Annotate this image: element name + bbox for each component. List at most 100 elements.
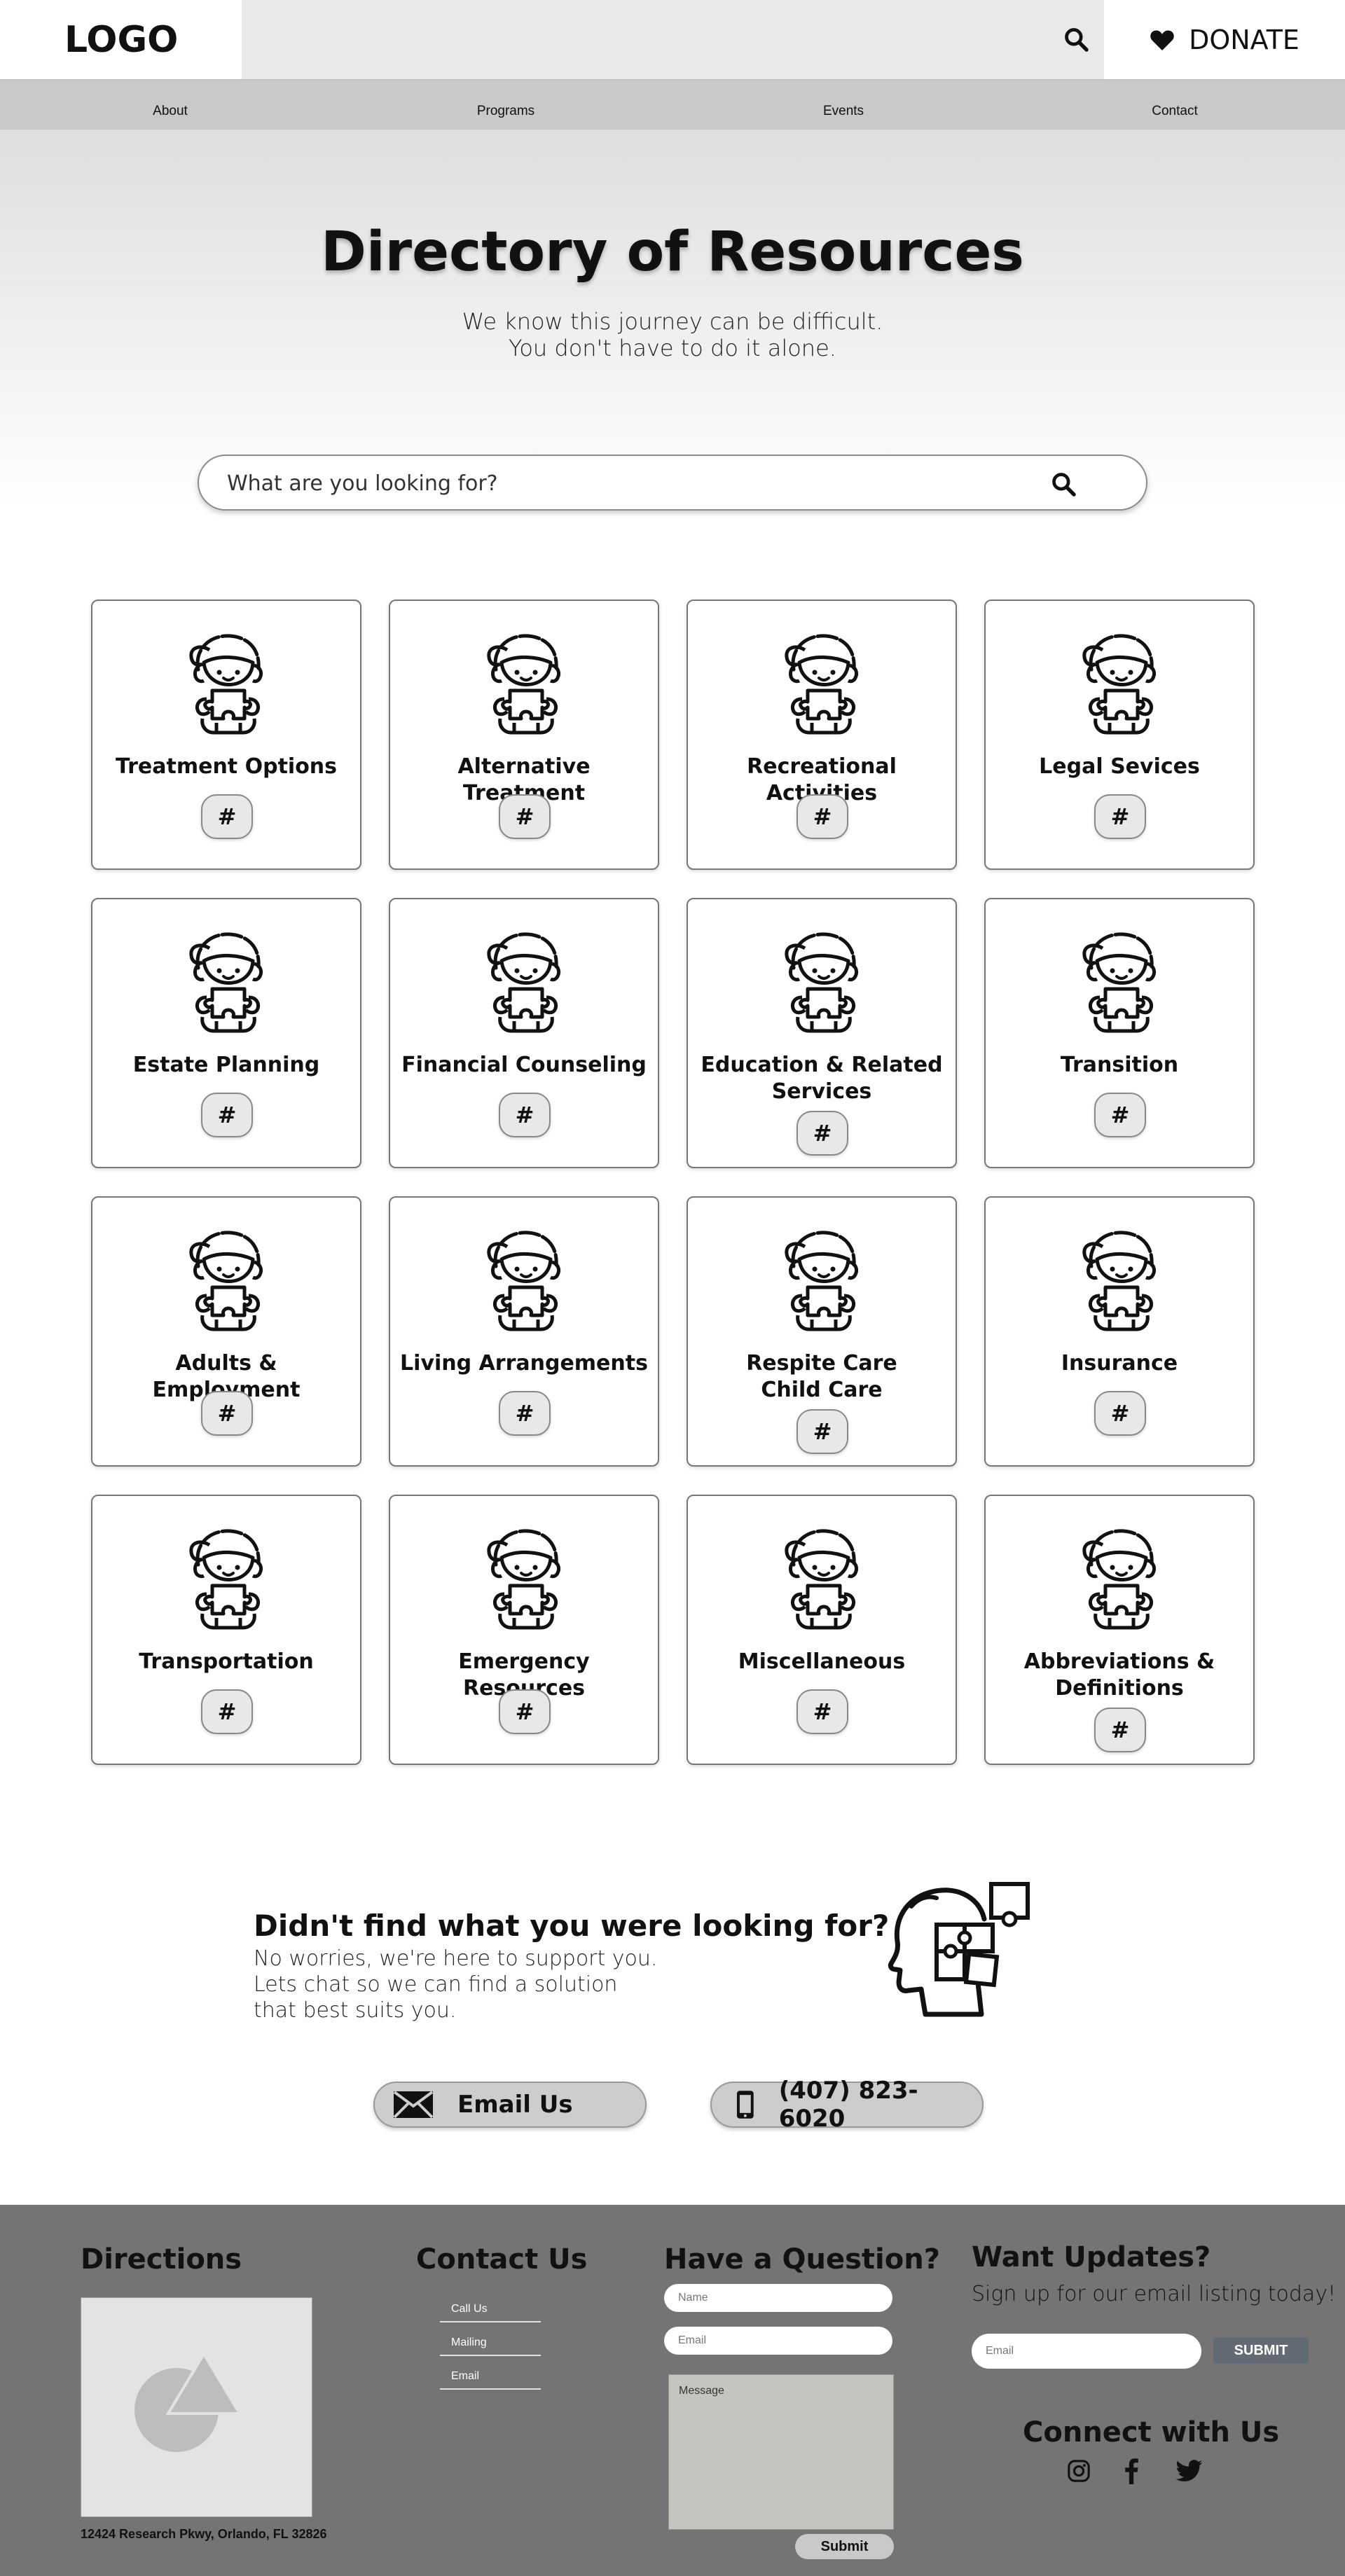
logo[interactable]: LOGO <box>64 19 178 61</box>
resource-card-title-line1: Treatment Options <box>115 754 338 779</box>
message-field[interactable] <box>668 2374 894 2530</box>
map-placeholder[interactable] <box>81 2297 312 2517</box>
resource-card[interactable]: Estate Planning # <box>91 898 361 1168</box>
resource-card-title-line1: Estate Planning <box>132 1053 320 1077</box>
not-found-title: Didn't find what you were looking for? <box>254 1909 890 1943</box>
envelope-icon <box>393 2091 434 2119</box>
resource-card-title-line1: Transition <box>1060 1053 1179 1077</box>
child-puzzle-icon <box>189 932 263 1033</box>
resource-card-title-line1: Insurance <box>1061 1351 1178 1376</box>
search-icon[interactable] <box>1045 466 1082 502</box>
resource-card[interactable]: Insurance # <box>984 1196 1255 1467</box>
phone-icon <box>736 2091 754 2119</box>
email-field[interactable] <box>664 2327 892 2355</box>
twitter-icon[interactable] <box>1175 2457 1203 2485</box>
child-puzzle-icon <box>785 932 859 1033</box>
resource-card[interactable]: Living Arrangements # <box>389 1196 659 1467</box>
nav-item-events[interactable]: Events <box>823 104 864 119</box>
child-puzzle-icon <box>785 1529 859 1630</box>
resource-card-title: Abbreviations & Definitions <box>993 1649 1246 1702</box>
resource-card[interactable]: Transportation # <box>91 1495 361 1765</box>
nav-item-contact[interactable]: Contact <box>1152 104 1197 119</box>
head-puzzle-icon <box>888 1882 1030 2017</box>
resource-card-title-line1: Respite Care <box>746 1351 897 1376</box>
child-puzzle-icon <box>189 1231 263 1331</box>
nav-item-about[interactable]: About <box>153 104 188 119</box>
resource-card[interactable]: Education & Related Services # <box>687 898 957 1168</box>
resource-card-title: Miscellaneous <box>695 1649 949 1675</box>
logo-container[interactable]: LOGO <box>0 0 242 79</box>
resource-card[interactable]: Miscellaneous # <box>687 1495 957 1765</box>
child-puzzle-icon <box>1082 634 1157 735</box>
resource-card[interactable]: Recreational Activities # <box>687 600 957 870</box>
resource-card-title: Education & Related Services <box>695 1052 949 1105</box>
hash-button[interactable]: # <box>201 1689 253 1734</box>
hash-button[interactable]: # <box>499 794 551 839</box>
hash-button[interactable]: # <box>1094 794 1146 839</box>
resource-card-title: Respite Care Child Care <box>695 1350 949 1404</box>
search-input[interactable] <box>227 466 1040 501</box>
resource-card[interactable]: Emergency Resources # <box>389 1495 659 1765</box>
resource-card[interactable]: Legal Sevices # <box>984 600 1255 870</box>
resource-card-title-line1: Living Arrangements <box>400 1351 648 1376</box>
address: 12424 Research Pkwy, Orlando, FL 32826 <box>81 2527 327 2541</box>
donate-label: DONATE <box>1189 24 1299 55</box>
hash-button[interactable]: # <box>796 794 848 839</box>
child-puzzle-icon <box>189 634 263 735</box>
phone-label: (407) 823-6020 <box>778 2077 918 2133</box>
hash-button[interactable]: # <box>499 1093 551 1137</box>
hash-button[interactable]: # <box>201 1093 253 1137</box>
resource-card-title-line1: Transportation <box>139 1649 314 1674</box>
resource-card-title-line1: Financial Counseling <box>401 1053 647 1077</box>
facebook-icon[interactable] <box>1117 2457 1145 2485</box>
footer-link-call-us[interactable]: Call Us <box>440 2303 541 2322</box>
not-found-line2: Lets chat so we can find a solution <box>254 1972 618 1997</box>
footer-link-mailing[interactable]: Mailing <box>440 2336 541 2356</box>
footer: Directions 12424 Research Pkwy, Orlando,… <box>0 2205 1345 2576</box>
resource-card-title: Legal Sevices <box>993 754 1246 780</box>
hash-button[interactable]: # <box>201 794 253 839</box>
resource-card-title-line1: Abbreviations & <box>1023 1649 1215 1674</box>
phone-button[interactable]: (407) 823-6020 <box>710 2077 984 2133</box>
resource-card-title-line1: Miscellaneous <box>738 1649 906 1674</box>
nav-bar: About Programs Events Contact <box>0 79 1345 130</box>
updates-title: Want Updates? <box>972 2241 1211 2273</box>
resource-card[interactable]: Respite Care Child Care # <box>687 1196 957 1467</box>
hash-button[interactable]: # <box>499 1689 551 1734</box>
resource-card-title-line1: Legal Sevices <box>1039 754 1200 779</box>
hash-button[interactable]: # <box>796 1409 848 1454</box>
nav-item-programs[interactable]: Programs <box>477 104 534 119</box>
search-icon[interactable] <box>1058 21 1094 57</box>
resource-card-title: Living Arrangements <box>397 1350 651 1377</box>
not-found-line3: that best suits you. <box>254 1998 457 2023</box>
hash-button[interactable]: # <box>796 1689 848 1734</box>
resource-card[interactable]: Treatment Options # <box>91 600 361 870</box>
hash-button[interactable]: # <box>1094 1391 1146 1436</box>
child-puzzle-icon <box>785 1231 859 1331</box>
footer-link-email[interactable]: Email <box>440 2370 541 2390</box>
resource-card[interactable]: Alternative Treatment # <box>389 600 659 870</box>
connect-title: Connect with Us <box>1023 2416 1280 2449</box>
resource-card[interactable]: Adults & Employment # <box>91 1196 361 1467</box>
heart-icon <box>1150 29 1174 50</box>
resource-card[interactable]: Transition # <box>984 898 1255 1168</box>
updates-email-field[interactable] <box>972 2334 1201 2369</box>
hash-button[interactable]: # <box>796 1111 848 1156</box>
not-found-line1: No worries, we're here to support you. <box>254 1946 658 1971</box>
submit-button[interactable]: Submit <box>795 2534 894 2559</box>
updates-submit-button[interactable]: SUBMIT <box>1213 2337 1309 2364</box>
resource-card[interactable]: Financial Counseling # <box>389 898 659 1168</box>
hash-button[interactable]: # <box>499 1391 551 1436</box>
contact-title: Contact Us <box>416 2243 588 2276</box>
page-title: Directory of Resources <box>321 221 1024 284</box>
instagram-icon[interactable] <box>1065 2457 1093 2485</box>
hash-button[interactable]: # <box>1094 1708 1146 1752</box>
hash-button[interactable]: # <box>1094 1093 1146 1137</box>
resource-card-title: Insurance <box>993 1350 1246 1377</box>
donate-button[interactable]: DONATE <box>1104 0 1345 79</box>
resource-card[interactable]: Abbreviations & Definitions # <box>984 1495 1255 1765</box>
email-us-button[interactable]: Email Us <box>373 2082 647 2128</box>
resource-card-title-line2: Definitions <box>1055 1676 1184 1701</box>
hash-button[interactable]: # <box>201 1391 253 1436</box>
name-field[interactable] <box>664 2284 892 2312</box>
